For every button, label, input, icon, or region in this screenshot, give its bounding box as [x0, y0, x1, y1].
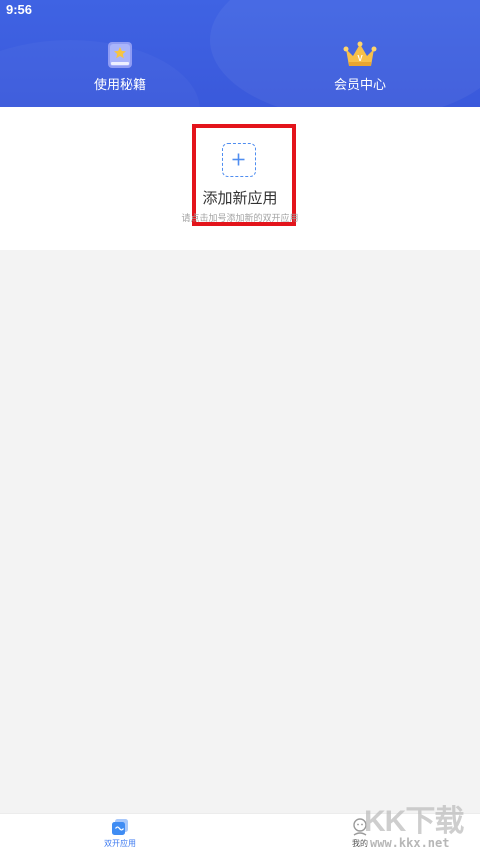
- add-app-card: 添加新应用 请点击加号添加新的双开应用: [0, 107, 480, 250]
- tab-profile-label: 我的: [352, 839, 368, 848]
- secrets-label: 使用秘籍: [93, 78, 146, 93]
- crown-icon: V: [343, 40, 377, 70]
- vip-center-button[interactable]: V 会员中心: [300, 40, 420, 93]
- add-app-hint: 请点击加号添加新的双开应用: [181, 214, 299, 224]
- profile-icon: [350, 817, 370, 837]
- tab-profile[interactable]: 我的: [320, 817, 400, 849]
- add-app-button[interactable]: [222, 143, 256, 177]
- header: 9:56 使用秘籍 V 会员中心: [0, 0, 480, 107]
- plus-icon: [232, 153, 245, 166]
- status-time: 9:56: [6, 2, 33, 17]
- tab-dual-apps-label: 双开应用: [104, 839, 136, 848]
- app-screen: 9:56 使用秘籍 V 会员中心 添加新应用 请点击加号添加新的双开应用 双开应…: [0, 0, 480, 853]
- bottom-nav: 双开应用 我的: [0, 813, 480, 853]
- svg-text:V: V: [357, 54, 363, 63]
- vip-center-label: 会员中心: [333, 78, 386, 93]
- secrets-book-icon: [105, 40, 135, 70]
- dual-app-icon: [110, 817, 130, 837]
- add-app-title: 添加新应用: [202, 189, 278, 207]
- tab-dual-apps[interactable]: 双开应用: [80, 817, 160, 849]
- secrets-button[interactable]: 使用秘籍: [60, 40, 180, 93]
